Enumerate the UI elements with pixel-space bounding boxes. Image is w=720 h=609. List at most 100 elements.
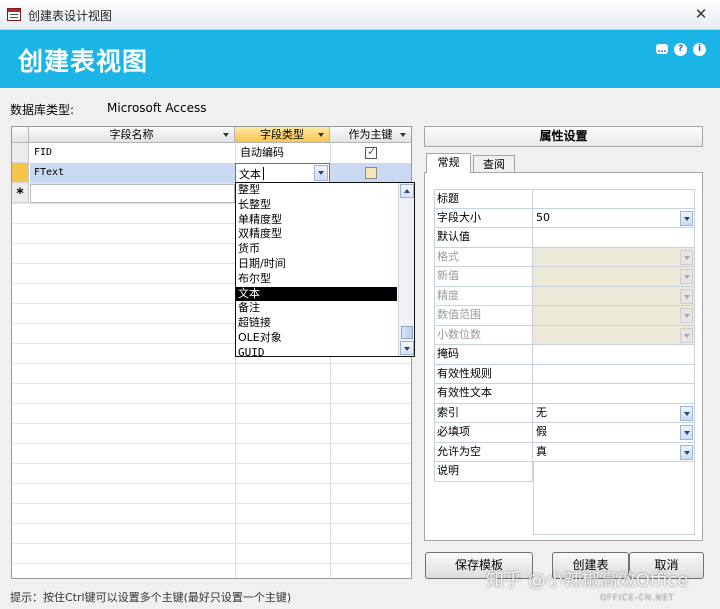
dropdown-option[interactable]: 布尔型 [236, 272, 397, 287]
row-selector[interactable] [12, 163, 29, 183]
property-row: 格式 [434, 247, 694, 267]
panel-border [694, 189, 695, 534]
new-row-marker[interactable]: * [12, 183, 29, 203]
property-row[interactable]: 必填项 假 [434, 423, 694, 443]
property-name: 有效性文本 [434, 384, 533, 403]
chevron-down-icon[interactable] [680, 210, 693, 226]
dropdown-option[interactable]: 长整型 [236, 198, 397, 213]
dropdown-option[interactable]: 日期/时间 [236, 257, 397, 272]
header-banner: 创建表视图 … ? i [0, 30, 720, 88]
property-value [533, 247, 694, 266]
property-name: 允许为空 [434, 442, 533, 461]
property-value[interactable]: 真 [533, 443, 694, 462]
scroll-down-icon[interactable] [400, 341, 414, 355]
property-name: 掩码 [434, 345, 533, 364]
tab-general[interactable]: 常规 [426, 153, 471, 173]
property-row[interactable]: 说明 [434, 462, 694, 482]
chevron-down-icon [680, 308, 693, 323]
chevron-down-icon[interactable] [314, 165, 328, 181]
page-title: 创建表视图 [18, 47, 149, 76]
property-row: 新值 [434, 267, 694, 287]
row-selector[interactable] [12, 143, 29, 163]
field-type-cell[interactable]: 自动编码 [236, 143, 330, 163]
watermark-site: OFFICE-CN.NET [600, 593, 675, 602]
grid-rule [12, 363, 411, 364]
column-header-label: 字段名称 [109, 128, 154, 141]
property-value[interactable]: 无 [533, 404, 694, 423]
property-row[interactable]: 默认值 [434, 228, 694, 248]
property-row[interactable]: 索引 无 [434, 403, 694, 423]
column-header-primary-key[interactable]: 作为主键 [330, 127, 411, 143]
property-value[interactable]: 假 [533, 423, 694, 442]
primary-key-checkbox[interactable] [365, 167, 377, 179]
dropdown-option-selected[interactable]: 文本 [236, 286, 397, 302]
property-value [533, 325, 694, 344]
column-header-field-type[interactable]: 字段类型 [235, 127, 330, 143]
property-value[interactable] [533, 384, 694, 403]
grid-rule [12, 483, 411, 484]
tab-lookup[interactable]: 查阅 [473, 155, 515, 173]
chevron-down-icon[interactable] [680, 405, 693, 421]
property-value[interactable] [533, 345, 694, 364]
grid-rule [12, 443, 411, 444]
property-value[interactable] [533, 190, 694, 208]
property-value[interactable] [533, 228, 694, 247]
chevron-down-icon[interactable] [680, 444, 693, 460]
column-header-field-name[interactable]: 字段名称 [29, 127, 235, 143]
window-titlebar: 创建表设计视图 ✕ [0, 0, 720, 30]
comment-icon[interactable]: … [656, 44, 668, 55]
field-type-dropdown-list[interactable]: 整型 长整型 单精度型 双精度型 货币 日期/时间 布尔型 文本 备注 超链接 … [235, 182, 415, 359]
dropdown-option[interactable]: 双精度型 [236, 227, 397, 242]
property-name: 数值范围 [434, 306, 533, 325]
property-name: 说明 [434, 462, 533, 482]
property-name: 新值 [434, 267, 533, 286]
grid-rule [12, 423, 411, 424]
scrollbar-thumb[interactable] [401, 326, 413, 339]
property-value[interactable] [533, 365, 694, 384]
grid-rule [12, 383, 411, 384]
property-row: 数值范围 [434, 306, 694, 326]
field-name-cell[interactable]: FText [30, 163, 235, 183]
grid-corner [12, 127, 29, 143]
dropdown-scrollbar[interactable] [398, 183, 414, 356]
dropdown-option[interactable]: 整型 [236, 183, 397, 198]
text-caret [263, 167, 264, 180]
field-name-cell[interactable]: FID [30, 143, 235, 163]
property-row[interactable]: 标题 [434, 189, 694, 209]
property-row[interactable]: 字段大小 50 [434, 208, 694, 228]
close-button[interactable]: ✕ [690, 5, 712, 23]
grid-rule [12, 503, 411, 504]
table-icon [7, 8, 21, 21]
primary-key-checkbox[interactable] [365, 145, 377, 159]
field-type-combobox[interactable]: 文本 [235, 163, 330, 183]
property-row[interactable]: 有效性文本 [434, 384, 694, 404]
property-name: 索引 [434, 403, 533, 422]
property-value[interactable]: 50 [533, 209, 694, 228]
new-field-name-cell[interactable] [30, 184, 235, 203]
info-icon[interactable]: i [693, 43, 706, 56]
help-icon[interactable]: ? [674, 43, 687, 56]
scroll-up-icon[interactable] [400, 184, 414, 198]
property-name: 格式 [434, 247, 533, 266]
dropdown-option[interactable]: OLE对象 [236, 331, 397, 346]
sort-arrow-icon[interactable] [223, 133, 229, 137]
dropdown-option[interactable]: 备注 [236, 301, 397, 316]
property-row[interactable]: 有效性规则 [434, 364, 694, 384]
dropdown-option[interactable]: GUID [236, 346, 397, 361]
sort-arrow-icon[interactable] [400, 133, 406, 137]
properties-header: 属性设置 [424, 126, 703, 147]
dropdown-option[interactable]: 超链接 [236, 316, 397, 331]
property-row[interactable]: 允许为空 真 [434, 442, 694, 462]
grid-rule [12, 403, 411, 404]
property-row[interactable]: 掩码 [434, 345, 694, 365]
sort-arrow-icon[interactable] [318, 133, 324, 137]
property-name: 标题 [434, 190, 533, 208]
db-type-value: Microsoft Access [107, 101, 207, 115]
chevron-down-icon [680, 249, 693, 265]
property-name: 有效性规则 [434, 364, 533, 383]
chevron-down-icon [680, 269, 693, 284]
db-type-label: 数据库类型: [10, 103, 75, 117]
dropdown-option[interactable]: 货币 [236, 242, 397, 257]
dropdown-option[interactable]: 单精度型 [236, 213, 397, 228]
chevron-down-icon[interactable] [680, 425, 693, 440]
